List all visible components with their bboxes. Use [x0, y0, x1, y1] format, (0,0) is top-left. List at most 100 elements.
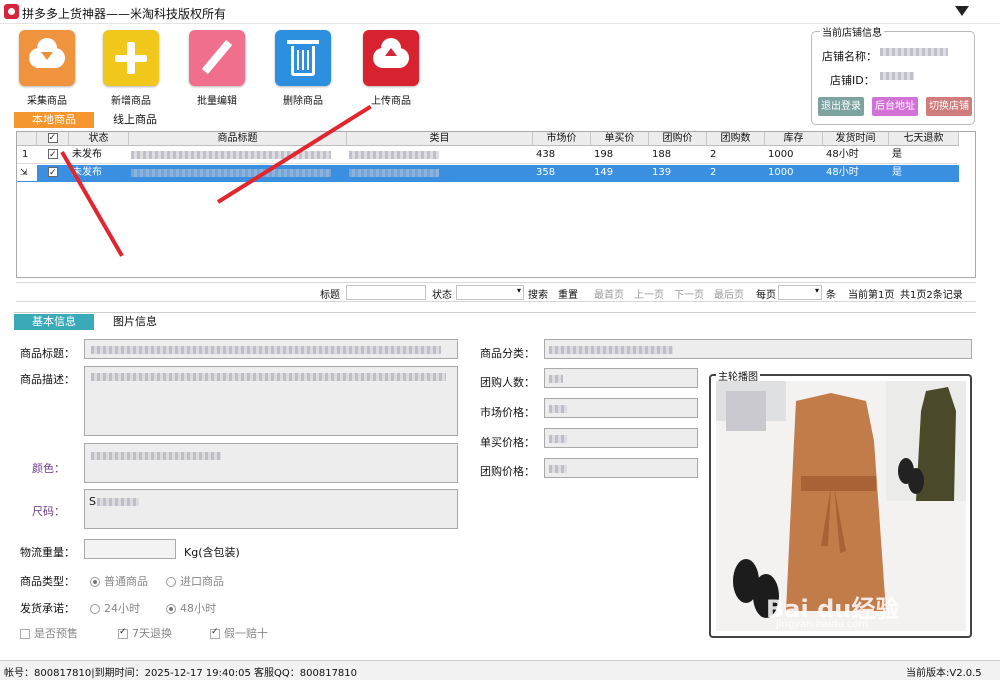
single-price-field[interactable]: [544, 428, 698, 448]
store-info-legend: 当前店铺信息: [820, 24, 884, 39]
type-normal-label: 普通商品: [104, 575, 148, 588]
first-page-button[interactable]: 最首页: [594, 286, 624, 301]
seven-day-return-checkbox[interactable]: 7天退换: [118, 625, 172, 641]
divider: [14, 312, 976, 313]
ship-24h-radio[interactable]: 24小时: [90, 600, 140, 616]
goods-desc-label: 商品描述：: [20, 373, 75, 386]
header-status[interactable]: 状态: [69, 132, 129, 146]
app-icon: [4, 4, 19, 19]
upload-goods-button[interactable]: 上传商品: [362, 30, 420, 107]
current-page-text: 当前第1页: [848, 290, 895, 301]
total-records-text: 共1页2条记录: [900, 290, 963, 301]
goods-title-label: 商品标题：: [20, 347, 75, 360]
header-single-price[interactable]: 单买价: [591, 132, 649, 146]
goods-title-field[interactable]: [84, 339, 458, 359]
version-text: 当前版本:V2.0.5: [906, 668, 982, 679]
cell-single-price: 149: [594, 167, 614, 178]
group-price-label: 团购价格：: [480, 465, 535, 478]
tab-basic-info[interactable]: 基本信息: [14, 314, 94, 330]
cell-group-count: 2: [710, 149, 717, 160]
menu-dropdown-icon[interactable]: [955, 6, 969, 16]
presale-checkbox[interactable]: 是否预售: [20, 625, 78, 641]
cloud-upload-icon: [363, 30, 419, 86]
filter-title-input[interactable]: [346, 285, 426, 300]
group-price-field[interactable]: [544, 458, 698, 478]
header-market-price[interactable]: 市场价: [533, 132, 591, 146]
cell-group-count: 2: [710, 167, 717, 178]
color-field[interactable]: [84, 443, 458, 483]
ship-24h-label: 24小时: [104, 602, 140, 615]
switch-store-button[interactable]: 切换店铺: [926, 97, 972, 116]
logout-button[interactable]: 退出登录: [818, 97, 864, 116]
pencil-icon: [189, 30, 245, 86]
tab-online-goods[interactable]: 线上商品: [100, 112, 170, 128]
filter-status-label: 状态: [432, 290, 452, 301]
fake-compensate-checkbox[interactable]: 假一赔十: [210, 625, 268, 641]
table-row-selected[interactable]: ⇲ 未发布 358 149 139 2 1000 48小时 是: [17, 165, 959, 182]
row-index: 1: [22, 149, 29, 160]
size-field[interactable]: S: [84, 489, 458, 529]
upload-goods-label: 上传商品: [371, 96, 411, 107]
delete-goods-button[interactable]: 删除商品: [274, 30, 332, 107]
single-price-label: 单买价格：: [480, 436, 535, 449]
header-group-price[interactable]: 团购价: [649, 132, 707, 146]
search-button[interactable]: 搜索: [528, 286, 548, 301]
type-import-label: 进口商品: [180, 575, 224, 588]
select-all-header[interactable]: [37, 131, 69, 146]
plus-icon: [103, 30, 159, 86]
size-label: 尺码：: [32, 505, 65, 518]
cell-ship-time: 48小时: [826, 167, 859, 178]
batch-edit-button[interactable]: 批量编辑: [188, 30, 246, 107]
goods-type-label: 商品类型：: [20, 575, 75, 588]
category-field[interactable]: [544, 339, 972, 359]
header-stock[interactable]: 库存: [765, 132, 823, 146]
prev-page-button[interactable]: 上一页: [634, 286, 664, 301]
header-ship-time[interactable]: 发货时间: [823, 132, 889, 146]
header-category[interactable]: 类目: [347, 132, 533, 146]
weight-input[interactable]: [84, 539, 176, 559]
ship-48h-label: 48小时: [180, 602, 216, 615]
row-checkbox[interactable]: [48, 165, 58, 181]
last-page-button[interactable]: 最后页: [714, 286, 744, 301]
type-normal-radio[interactable]: 普通商品: [90, 573, 148, 589]
per-page-label: 每页: [756, 290, 776, 301]
chevron-down-icon: ▾: [516, 286, 521, 295]
collect-goods-button[interactable]: 采集商品: [18, 30, 76, 107]
cell-group-price: 139: [652, 167, 672, 178]
category-label: 商品分类：: [480, 347, 535, 360]
next-page-button[interactable]: 下一页: [674, 286, 704, 301]
per-page-select[interactable]: ▾: [778, 285, 822, 300]
header-refund[interactable]: 七天退款: [889, 132, 959, 146]
cell-group-price: 188: [652, 149, 672, 160]
market-price-field[interactable]: [544, 398, 698, 418]
table-row[interactable]: 1 未发布 438 198 188 2 1000 48小时 是: [17, 147, 959, 164]
collect-goods-label: 采集商品: [27, 96, 67, 107]
add-goods-button[interactable]: 新增商品: [102, 30, 160, 107]
backend-url-button[interactable]: 后台地址: [872, 97, 918, 116]
cell-refund: 是: [892, 167, 902, 178]
row-checkbox-cell[interactable]: [45, 165, 65, 181]
reset-button[interactable]: 重置: [558, 286, 578, 301]
cell-market-price: 358: [536, 167, 556, 178]
cell-market-price: 438: [536, 149, 556, 160]
delete-goods-label: 删除商品: [283, 96, 323, 107]
cloud-download-icon: [19, 30, 75, 86]
select-all-checkbox[interactable]: [47, 131, 58, 145]
tab-image-info[interactable]: 图片信息: [96, 314, 174, 330]
tab-local-goods[interactable]: 本地商品: [14, 112, 94, 128]
fake-compensate-label: 假一赔十: [224, 627, 268, 640]
cell-single-price: 198: [594, 149, 614, 160]
header-group-count[interactable]: 团购数: [707, 132, 765, 146]
group-people-field[interactable]: [544, 368, 698, 388]
seven-day-return-label: 7天退换: [132, 627, 172, 640]
ship-48h-radio[interactable]: 48小时: [166, 600, 216, 616]
row-checkbox[interactable]: [48, 147, 58, 163]
type-import-radio[interactable]: 进口商品: [166, 573, 224, 589]
filter-status-select[interactable]: ▾: [456, 285, 524, 300]
window-title: 拼多多上货神器——米淘科技版权所有: [22, 7, 227, 21]
product-photo[interactable]: Bai du经验 jingyan.baidu.com: [716, 381, 966, 631]
goods-desc-field[interactable]: [84, 366, 458, 436]
size-value: S: [89, 495, 96, 508]
cell-stock: 1000: [768, 167, 794, 178]
watermark-url: jingyan.baidu.com: [776, 619, 869, 630]
